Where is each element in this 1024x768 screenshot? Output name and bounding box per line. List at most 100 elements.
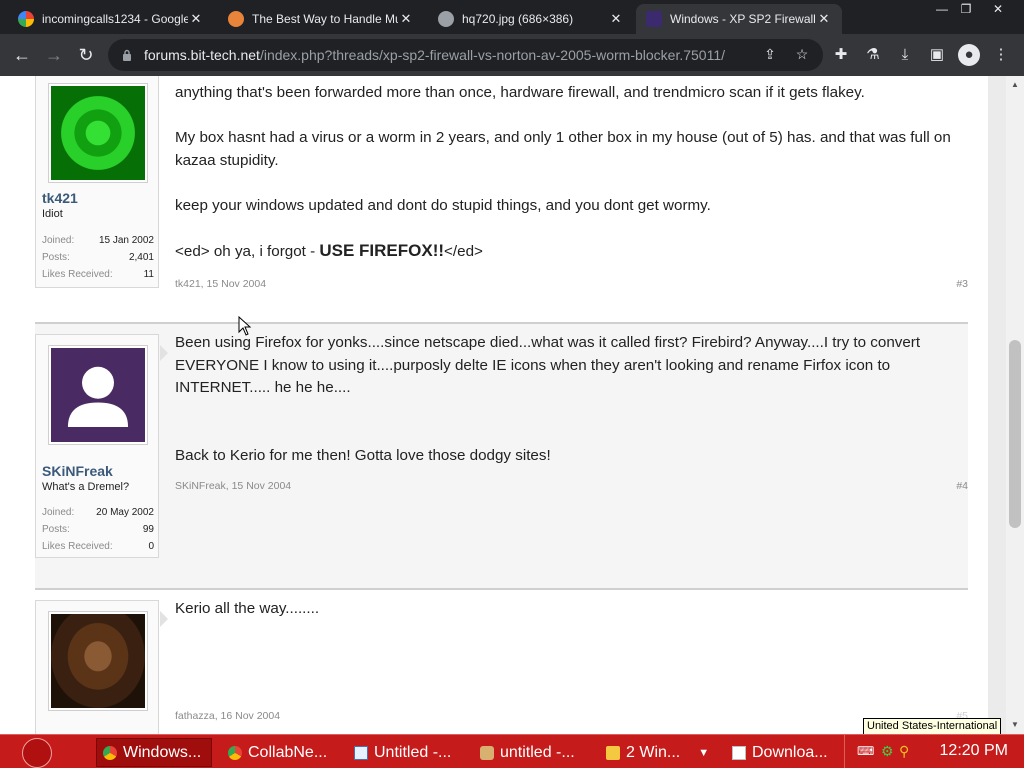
- browser-tab-bar: incomingcalls1234 - Google S ✕ The Best …: [0, 0, 1024, 34]
- stat-joined: Joined: 20 May 2002: [42, 507, 154, 518]
- stat-value: 15 Jan 2002: [98, 235, 154, 246]
- user-title: What's a Dremel?: [42, 481, 130, 493]
- restore-icon[interactable]: ❐: [950, 0, 982, 18]
- user-info-panel: tk421 Idiot Joined: 15 Jan 2002 Posts: 2,4…: [35, 76, 159, 288]
- url-path: /index.php?threads/xp-sp2-firewall-vs-no…: [259, 47, 726, 63]
- taskbar-label: 2 Win...: [626, 743, 681, 761]
- notepad-icon: [354, 745, 368, 760]
- tab-best-way[interactable]: The Best Way to Handle Mul ✕: [218, 4, 424, 34]
- download-icon[interactable]: ⤓: [894, 44, 916, 66]
- site-icon: [228, 11, 244, 27]
- firefox-shout: USE FIREFOX!!: [319, 240, 445, 260]
- post-meta[interactable]: tk421, 15 Nov 2004: [175, 278, 266, 290]
- scroll-down-icon[interactable]: ▼: [1006, 716, 1024, 734]
- menu-icon[interactable]: ⋮: [990, 44, 1012, 66]
- close-tab-icon[interactable]: ✕: [608, 11, 624, 27]
- google-icon: [18, 11, 34, 27]
- post-paragraph-edit: <ed> oh ya, i forgot - USE FIREFOX!!</ed…: [175, 240, 970, 264]
- post-meta[interactable]: SKiNFreak, 15 Nov 2004: [175, 480, 291, 492]
- post-pointer: [160, 345, 168, 361]
- stat-value: 20 May 2002: [96, 507, 154, 518]
- globe-icon: [438, 11, 454, 27]
- mouse-cursor-icon: [238, 316, 252, 336]
- taskbar-button[interactable]: CollabNe...: [222, 738, 338, 767]
- close-tab-icon[interactable]: ✕: [188, 11, 204, 27]
- window-icon: [732, 745, 746, 760]
- labs-icon[interactable]: ⚗: [862, 44, 884, 66]
- start-button[interactable]: [22, 738, 52, 768]
- network-icon[interactable]: ⚙: [881, 743, 897, 759]
- user-info-panel: SKiNFreak What's a Dremel? Joined: 20 May…: [35, 334, 168, 558]
- stat-label: Posts:: [42, 252, 70, 263]
- stat-posts: Posts: 99: [42, 524, 154, 535]
- stat-value: 99: [142, 524, 154, 535]
- close-tab-icon[interactable]: ✕: [816, 11, 832, 27]
- stat-value: 0: [148, 541, 154, 552]
- taskbar-button[interactable]: 2 Win... ▼: [600, 738, 720, 767]
- post-paragraph: Been using Firefox for yonks....since ne…: [175, 334, 921, 396]
- stat-joined: Joined: 15 Jan 2002: [42, 235, 154, 246]
- username[interactable]: SKiNFreak: [42, 463, 113, 479]
- post-number-link[interactable]: #4: [956, 480, 968, 492]
- stat-value: 2,401: [128, 252, 154, 263]
- keyboard-icon[interactable]: ⌨: [857, 744, 874, 758]
- taskbar-button[interactable]: untitled -...: [474, 738, 590, 767]
- paint-icon: [480, 745, 494, 760]
- stat-likes: Likes Received: 11: [42, 269, 154, 280]
- search-icon[interactable]: ⚲: [899, 743, 915, 759]
- windows-taskbar: Windows... CollabNe... Untitled -... unt…: [0, 734, 1024, 768]
- clock[interactable]: 12:20 PM: [940, 742, 1008, 760]
- side-panel-icon[interactable]: ▣: [926, 44, 948, 66]
- taskbar-label: Untitled -...: [374, 743, 452, 761]
- post-paragraph: anything that's been forwarded more than…: [175, 84, 865, 101]
- stat-label: Posts:: [42, 524, 70, 535]
- avatar-image: [51, 614, 145, 708]
- scrollbar-thumb[interactable]: [1009, 340, 1021, 528]
- tab-title: incomingcalls1234 - Google S: [42, 12, 188, 26]
- username[interactable]: tk421: [42, 190, 78, 206]
- post-pointer: [160, 611, 168, 627]
- tab-google[interactable]: incomingcalls1234 - Google S ✕: [8, 4, 214, 34]
- post-meta[interactable]: fathazza, 16 Nov 2004: [175, 710, 280, 722]
- page-scrollbar[interactable]: ▲ ▼: [1006, 76, 1024, 734]
- extensions-icon[interactable]: ✚: [830, 44, 852, 66]
- stat-label: Joined:: [42, 507, 75, 518]
- post-paragraph: Kerio all the way........: [175, 600, 320, 617]
- taskbar-button[interactable]: Untitled -...: [348, 738, 464, 767]
- tab-windows-forum[interactable]: Windows - XP SP2 Firewall Vs ✕: [636, 4, 842, 34]
- user-title: Idiot: [42, 208, 63, 220]
- tab-title: Windows - XP SP2 Firewall Vs: [670, 12, 816, 26]
- taskbar-label: CollabNe...: [248, 743, 328, 761]
- url-host: forums.bit-tech.net: [144, 47, 260, 63]
- taskbar-button[interactable]: Downloa...: [726, 738, 842, 767]
- forum-post: SKiNFreak What's a Dremel? Joined: 20 May…: [35, 324, 968, 588]
- tab-title: hq720.jpg (686×386): [462, 12, 574, 26]
- stat-value: 11: [143, 269, 154, 280]
- star-icon[interactable]: ☆: [792, 44, 812, 64]
- close-window-icon[interactable]: ✕: [982, 0, 1014, 18]
- group-expand-icon[interactable]: ▼: [698, 747, 709, 759]
- profile-avatar-icon[interactable]: ●: [958, 44, 980, 66]
- avatar[interactable]: [48, 83, 148, 183]
- address-bar[interactable]: forums.bit-tech.net/index.php?threads/xp…: [108, 39, 823, 71]
- scroll-up-icon[interactable]: ▲: [1006, 76, 1024, 94]
- tab-hq720[interactable]: hq720.jpg (686×386) ✕: [428, 4, 634, 34]
- close-tab-icon[interactable]: ✕: [398, 11, 414, 27]
- tab-title: The Best Way to Handle Mul: [252, 12, 398, 26]
- taskbar-button[interactable]: Windows...: [96, 738, 212, 767]
- chrome-icon: [228, 745, 242, 760]
- page-right-gutter: [988, 76, 1006, 734]
- stat-label: Likes Received:: [42, 541, 113, 552]
- forward-icon[interactable]: →: [42, 43, 66, 67]
- taskbar-label: Downloa...: [752, 743, 828, 761]
- user-info-panel: [35, 600, 168, 734]
- post-paragraph: keep your windows updated and dont do st…: [175, 196, 711, 214]
- back-icon[interactable]: ←: [10, 43, 34, 67]
- post-paragraph: Back to Kerio for me then! Gotta love th…: [175, 446, 551, 464]
- reload-icon[interactable]: ↻: [74, 43, 98, 67]
- forum-post: Kerio all the way........ fathazza, 16 N…: [35, 590, 968, 734]
- avatar[interactable]: [48, 611, 148, 711]
- share-icon[interactable]: ⇪: [760, 44, 780, 64]
- post-number-link[interactable]: #3: [956, 278, 968, 290]
- avatar[interactable]: [48, 345, 148, 445]
